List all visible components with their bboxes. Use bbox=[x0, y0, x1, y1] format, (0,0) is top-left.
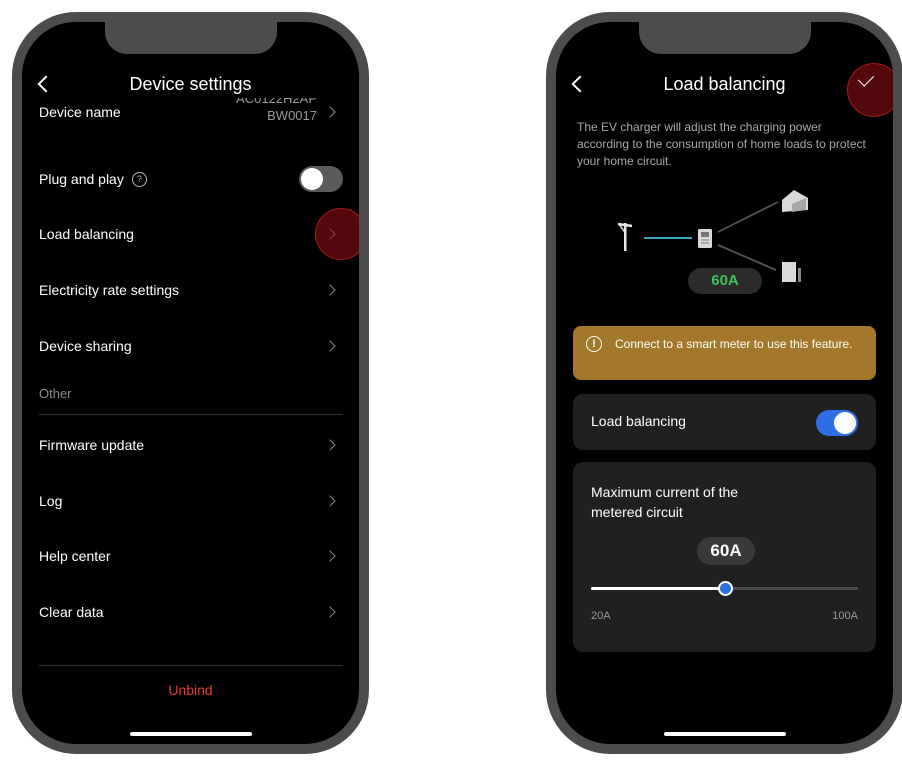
max-current-slider[interactable] bbox=[591, 581, 858, 596]
load-balancing-label: Load balancing bbox=[591, 413, 686, 429]
clear-data-label: Clear data bbox=[39, 604, 104, 620]
utility-pole-icon bbox=[617, 222, 633, 251]
chevron-right-icon bbox=[324, 106, 336, 118]
clear-data-row[interactable]: Clear data bbox=[39, 600, 343, 624]
load-balancing-toggle[interactable] bbox=[816, 410, 858, 436]
home-connection-line bbox=[717, 201, 779, 233]
chevron-right-icon bbox=[324, 495, 336, 507]
phone-notch bbox=[638, 22, 811, 54]
page-title: Device settings bbox=[129, 74, 252, 94]
plug-and-play-label: Plug and play bbox=[39, 171, 124, 187]
log-label: Log bbox=[39, 493, 63, 509]
house-icon bbox=[782, 190, 808, 212]
chevron-right-icon bbox=[324, 284, 336, 296]
device-name-value-line2: BW0017 bbox=[267, 108, 317, 123]
device-sharing-label: Device sharing bbox=[39, 338, 132, 354]
charger-connection-line bbox=[717, 244, 777, 271]
description-text: The EV charger will adjust the charging … bbox=[577, 120, 866, 168]
toggle-knob bbox=[834, 412, 856, 434]
chevron-right-icon bbox=[324, 606, 336, 618]
max-current-label: Maximum current of the metered circuit bbox=[591, 484, 739, 520]
slider-fill bbox=[591, 587, 725, 590]
home-indicator bbox=[129, 732, 252, 736]
phone-notch bbox=[104, 22, 277, 54]
load-balancing-screen: Load balancing The EV charger will adjus… bbox=[556, 22, 893, 744]
load-balancing-row[interactable]: Load balancing bbox=[39, 222, 343, 246]
electricity-rate-row[interactable]: Electricity rate settings bbox=[39, 278, 343, 302]
page-title: Load balancing bbox=[663, 74, 786, 94]
phone-device-settings: Device settings Device name AC0122H2AP B… bbox=[12, 12, 369, 754]
plug-and-play-row: Plug and play ? bbox=[39, 166, 343, 192]
warning-exclamation-icon: ! bbox=[586, 336, 602, 352]
help-center-label: Help center bbox=[39, 548, 111, 564]
chevron-right-icon bbox=[324, 439, 336, 451]
ev-charger-icon bbox=[782, 262, 801, 282]
home-indicator bbox=[663, 732, 786, 736]
load-balancing-card: Load balancing bbox=[573, 394, 876, 450]
section-divider bbox=[39, 414, 343, 415]
unbind-button[interactable]: Unbind bbox=[22, 682, 359, 698]
tap-highlight-indicator bbox=[315, 208, 359, 260]
firmware-update-label: Firmware update bbox=[39, 437, 145, 453]
help-center-row[interactable]: Help center bbox=[39, 544, 343, 568]
other-section-header: Other bbox=[39, 386, 72, 401]
unbind-divider bbox=[39, 665, 343, 666]
chevron-right-icon bbox=[324, 340, 336, 352]
device-name-value-line1: AC0122H2AP bbox=[236, 98, 317, 106]
diagram-current-badge: 60A bbox=[688, 268, 762, 294]
plug-and-play-toggle[interactable] bbox=[299, 166, 343, 192]
load-balancing-label: Load balancing bbox=[39, 226, 134, 242]
device-name-value: AC0122H2AP BW0017 bbox=[236, 98, 317, 124]
device-settings-screen: Device settings Device name AC0122H2AP B… bbox=[22, 22, 359, 744]
electricity-rate-label: Electricity rate settings bbox=[39, 282, 180, 298]
max-current-card: Maximum current of the metered circuit 6… bbox=[573, 462, 876, 652]
tap-highlight-indicator bbox=[847, 63, 893, 117]
toggle-knob bbox=[301, 168, 323, 190]
device-name-label: Device name bbox=[39, 104, 121, 120]
smart-meter-icon bbox=[698, 229, 712, 248]
device-sharing-row[interactable]: Device sharing bbox=[39, 334, 343, 358]
log-row[interactable]: Log bbox=[39, 489, 343, 513]
slider-thumb[interactable] bbox=[717, 581, 733, 596]
smart-meter-warning: ! Connect to a smart meter to use this f… bbox=[573, 326, 876, 380]
warning-text: Connect to a smart meter to use this fea… bbox=[615, 337, 853, 351]
phone-load-balancing: Load balancing The EV charger will adjus… bbox=[546, 12, 902, 754]
device-name-row[interactable]: Device name AC0122H2AP BW0017 bbox=[39, 98, 343, 124]
slider-max-label: 100A bbox=[832, 610, 858, 622]
max-current-value-badge: 60A bbox=[697, 537, 755, 565]
chevron-right-icon bbox=[324, 550, 336, 562]
firmware-update-row[interactable]: Firmware update bbox=[39, 433, 343, 457]
slider-min-label: 20A bbox=[591, 610, 611, 622]
help-question-icon[interactable]: ? bbox=[131, 171, 147, 187]
